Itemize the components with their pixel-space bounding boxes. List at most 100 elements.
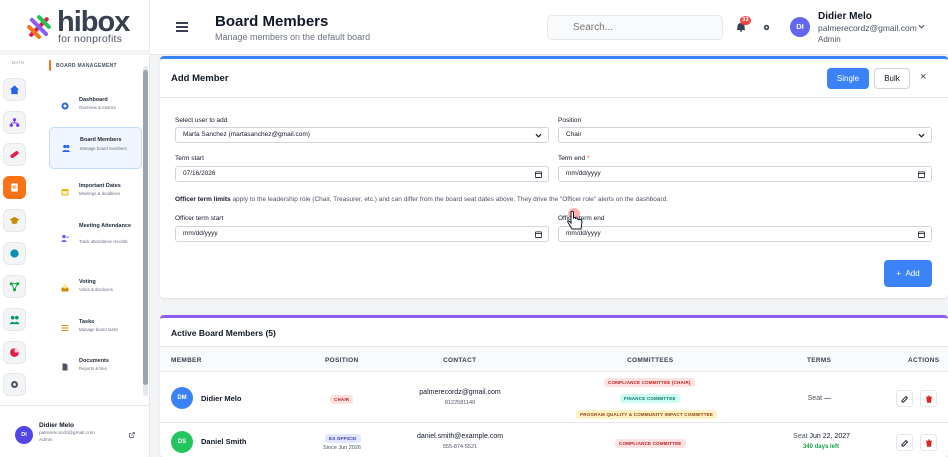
rail-gear-icon[interactable] <box>3 373 26 396</box>
trash-icon <box>925 439 932 447</box>
sidebar-item-voting[interactable]: Voting Votes & decisions <box>49 273 142 303</box>
user-name[interactable]: Didier Melo <box>818 11 872 22</box>
sidebar-user-role: Admin <box>39 438 53 443</box>
position-label: Position <box>558 117 582 124</box>
divider <box>160 97 948 98</box>
bulk-mode-button[interactable]: Bulk <box>874 68 910 89</box>
table-row: DM Didier Melo CHAIR palmerecordz@gmail.… <box>160 373 948 423</box>
brand-logo[interactable]: hibox for nonprofits <box>0 0 150 50</box>
avatar: DI <box>15 426 33 444</box>
committee-badge: COMPLIANCE COMMITTEE (CHAIR) <box>604 378 695 387</box>
add-member-panel: Add Member Single Bulk × Select user to … <box>160 56 948 298</box>
menu-toggle-icon[interactable] <box>176 22 188 32</box>
rail-circle-icon[interactable] <box>3 242 26 265</box>
sidebar-user-email: palmerecordz@gmail.com <box>39 431 95 436</box>
trash-icon <box>925 395 932 403</box>
select-user-dropdown[interactable]: Marta Sanchez (martasanchez@gmail.com) <box>175 127 549 143</box>
officer-start-input[interactable]: mm/dd/yyyy <box>175 226 549 242</box>
member-term: Seat — <box>807 395 831 402</box>
member-email[interactable]: palmerecordz@gmail.com <box>390 389 530 396</box>
edit-icon <box>901 395 908 402</box>
chevron-down-icon <box>535 133 542 138</box>
term-end-label: Term end * <box>558 155 590 162</box>
hand-cursor-icon <box>567 208 583 230</box>
user-email: palmerecordz@gmail.com <box>818 23 917 33</box>
gear-icon[interactable] <box>762 23 771 32</box>
select-user-label: Select user to add <box>175 117 228 124</box>
required-marker: * <box>586 155 590 162</box>
search-input[interactable] <box>547 15 723 40</box>
close-icon[interactable]: × <box>920 71 926 83</box>
user-avatar[interactable]: DI <box>790 17 810 37</box>
col-actions: ACTIONS <box>908 357 940 364</box>
rail-people-icon[interactable] <box>3 308 26 331</box>
term-start-label: Term start <box>175 155 204 162</box>
officer-start-label: Officer term start <box>175 215 224 222</box>
list-icon <box>61 325 69 331</box>
chevron-down-icon <box>918 133 925 138</box>
plus-icon: + <box>896 269 901 278</box>
add-member-button[interactable]: + Add <box>884 260 932 287</box>
chevron-down-icon[interactable] <box>918 23 925 30</box>
edit-button[interactable] <box>896 390 913 407</box>
member-term: Seat Jun 22, 2027 <box>793 433 850 440</box>
brand-tagline: for nonprofits <box>58 33 123 45</box>
sidebar-scrollbar-thumb[interactable] <box>143 70 148 385</box>
sidebar-item-important-dates[interactable]: Important Dates Meetings & deadlines <box>49 177 142 207</box>
edit-button[interactable] <box>896 434 913 451</box>
nav-section-label: BOARD MANAGEMENT <box>49 60 117 71</box>
external-link-icon[interactable] <box>129 432 135 438</box>
rail-graduation-cap-icon[interactable] <box>3 209 26 232</box>
members-table-header: MEMBER POSITION CONTACT COMMITTEES TERMS… <box>160 346 948 372</box>
add-member-title: Add Member <box>171 73 229 84</box>
page-subtitle: Manage members on the default board <box>215 32 371 42</box>
committee-badge: PROGRAM QUALITY & COMMUNITY IMPACT COMMI… <box>576 410 718 419</box>
notifications-badge: 33 <box>740 16 751 25</box>
calendar-icon[interactable] <box>535 231 542 238</box>
sidebar-user-name: Didier Melo <box>39 422 75 429</box>
position-badge: EX OFFICIO <box>325 434 361 443</box>
user-check-icon <box>61 234 69 242</box>
delete-button[interactable] <box>920 434 937 451</box>
member-name[interactable]: Didier Melo <box>201 394 241 403</box>
position-badge: CHAIR <box>330 395 354 404</box>
member-name[interactable]: Daniel Smith <box>201 437 246 446</box>
sidebar-item-dashboard[interactable]: Dashboard Overview & metrics <box>49 91 142 121</box>
sidebar-user-card[interactable]: DI Didier Melo palmerecordz@gmail.com Ad… <box>0 405 150 457</box>
sidebar-item-documents[interactable]: Documents Reports & files <box>49 352 142 382</box>
edit-icon <box>901 439 908 446</box>
rail-org-chart-icon[interactable] <box>3 111 26 134</box>
col-terms: TERMS <box>807 357 832 364</box>
rail-network-icon[interactable] <box>3 275 26 298</box>
ballot-box-icon <box>61 284 69 292</box>
term-start-input[interactable]: 07/16/2026 <box>175 166 549 182</box>
table-row: DS Daniel Smith EX OFFICIO Since Jun 202… <box>160 424 948 457</box>
rail-pill-icon[interactable] <box>3 143 26 166</box>
calendar-icon[interactable] <box>535 171 542 178</box>
file-icon <box>62 363 68 371</box>
active-members-panel: Active Board Members (5) MEMBER POSITION… <box>160 315 948 457</box>
single-mode-button[interactable]: Single <box>827 68 869 89</box>
member-phone: 555-874-5521 <box>442 444 478 450</box>
calendar-icon[interactable] <box>918 171 925 178</box>
sidebar-item-meeting-attendance[interactable]: Meeting Attendance Track attendance reco… <box>49 218 142 258</box>
member-email[interactable]: daniel.smith@example.com <box>390 433 530 440</box>
col-position: POSITION <box>325 357 359 364</box>
rail-pie-chart-icon[interactable] <box>3 341 26 364</box>
committee-badge: COMPLIANCE COMMITTEE <box>615 439 686 448</box>
page-title: Board Members <box>215 13 329 30</box>
member-phone: 8122581149 <box>444 400 476 406</box>
sidebar-item-tasks[interactable]: Tasks Manage board tasks <box>49 313 142 343</box>
people-icon <box>62 144 70 152</box>
rail-clipboard-icon[interactable] <box>3 176 26 199</box>
sidebar-item-board-members[interactable]: Board Members Manage board members <box>49 127 142 169</box>
position-dropdown[interactable]: Chair <box>558 127 932 143</box>
sidebar-nav: BOARD MANAGEMENT Dashboard Overview & me… <box>36 55 150 405</box>
officer-end-input[interactable]: mm/dd/yyyy <box>558 226 932 242</box>
delete-button[interactable] <box>920 390 937 407</box>
term-end-input[interactable]: mm/dd/yyyy <box>558 166 932 182</box>
user-role: Admin <box>818 35 841 44</box>
calendar-icon[interactable] <box>918 231 925 238</box>
rail-home-icon[interactable] <box>3 78 26 101</box>
top-header: Board Members Manage members on the defa… <box>150 0 948 55</box>
